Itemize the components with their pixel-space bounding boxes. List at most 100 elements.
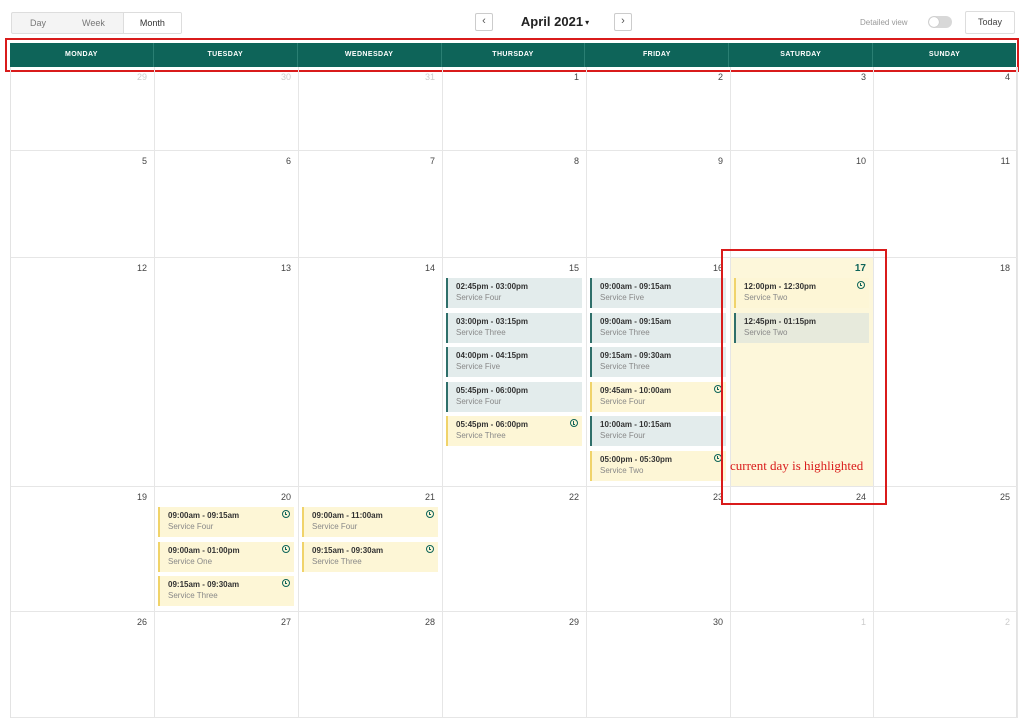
event-card[interactable]: 09:00am - 09:15am Service Three [590,312,726,343]
day-cell[interactable]: 8 [443,151,587,258]
chevron-left-icon: ‹ [482,15,486,27]
day-cell[interactable]: 11 [874,151,1018,258]
day-number: 30 [280,72,291,82]
event-card[interactable]: 05:45pm - 06:00pm Service Three [446,416,582,447]
event-time: 09:00am - 09:15am [168,511,240,520]
day-cell[interactable]: 4 [874,67,1018,151]
day-number: 12 [136,263,147,273]
day-cell[interactable]: 21 09:00am - 11:00am Service Four 09:15am -… [299,487,443,612]
next-month-button[interactable]: › [614,13,632,31]
event-card[interactable]: 10:00am - 10:15am Service Four [590,416,726,447]
event-service: Service Three [600,327,650,337]
chevron-right-icon: › [621,15,625,27]
event-card[interactable]: 09:00am - 09:15am Service Four [158,507,294,537]
event-card[interactable]: 04:00pm - 04:15pm Service Five [446,347,582,378]
day-cell[interactable]: 1 [731,612,874,718]
event-card[interactable]: 05:00pm - 05:30pm Service Two [590,451,726,481]
day-number: 4 [1004,72,1010,82]
event-service: Service Four [600,396,646,406]
event-card[interactable]: 02:45pm - 03:00pm Service Four [446,278,582,308]
day-cell[interactable]: 19 [11,487,155,612]
event-time: 09:00am - 11:00am [312,511,383,520]
day-cell[interactable]: 23 [587,487,731,612]
day-cell[interactable]: 31 [299,67,443,151]
day-cell[interactable]: 18 [874,258,1018,487]
day-cell[interactable]: 30 [155,67,299,151]
day-number: 2 [1004,617,1010,627]
today-button[interactable]: Today [965,11,1015,34]
event-time: 02:45pm - 03:00pm [456,282,529,291]
day-number: 11 [1000,156,1010,166]
day-cell[interactable]: 15 02:45pm - 03:00pm Service Four 03:00pm -… [443,258,587,487]
day-cell[interactable]: 28 [299,612,443,718]
event-card[interactable]: 09:00am - 09:15am Service Five [590,278,726,308]
day-cell[interactable]: 12 [11,258,155,487]
day-number: 6 [285,156,291,166]
prev-month-button[interactable]: ‹ [475,13,493,31]
event-card[interactable]: 09:45am - 10:00am Service Four [590,381,726,412]
view-switch: Day Week Month [11,12,182,34]
caret-down-icon: ▾ [585,18,590,27]
day-cell[interactable]: 6 [155,151,299,258]
event-time: 09:00am - 01:00pm [168,545,240,555]
day-cell[interactable]: 1 [443,67,587,151]
event-card[interactable]: 09:00am - 01:00pm Service One [158,541,294,572]
event-card[interactable]: 09:15am - 09:30am Service Three [302,541,438,572]
day-cell[interactable]: 7 [299,151,443,258]
day-number: 28 [424,617,435,627]
day-cell[interactable]: 2 [587,67,731,151]
day-cell[interactable]: 2 [874,612,1018,718]
event-card[interactable]: 03:00pm - 03:15pm Service Three [446,312,582,343]
clock-icon [426,510,434,518]
day-cell[interactable]: 16 09:00am - 09:15am Service Five 09:00am -… [587,258,731,487]
day-cell[interactable]: 5 [11,151,155,258]
event-service: Service Five [600,293,645,302]
day-number: 10 [855,156,866,166]
event-card[interactable]: 09:15am - 09:30am Service Three [590,347,726,378]
day-number: 18 [999,263,1010,273]
day-cell[interactable]: 10 [731,151,874,258]
event-service: Service Four [312,522,358,531]
day-number: 9 [717,156,723,166]
view-day-button[interactable]: Day [12,13,64,33]
day-cell[interactable]: 27 [155,612,299,718]
detailed-view-toggle[interactable] [928,16,952,28]
event-time: 10:00am - 10:15am [600,420,672,430]
event-service: Service Four [600,431,646,441]
month-title-label: April 2021 [520,14,584,29]
day-cell[interactable]: 3 [731,67,874,151]
day-cell[interactable]: 30 [587,612,731,718]
day-cell[interactable]: 25 [874,487,1018,612]
day-number: 15 [568,263,579,273]
day-cell[interactable]: 29 [443,612,587,718]
event-card[interactable]: 05:45pm - 06:00pm Service Four [446,381,582,412]
day-number: 14 [424,263,435,273]
clock-icon [282,544,290,553]
day-number: 31 [424,72,435,82]
view-month-button[interactable]: Month [122,13,181,33]
event-card[interactable]: 09:15am - 09:30am Service Three [158,576,294,607]
day-cell[interactable]: 9 [587,151,731,258]
detailed-view-label: Detailed view [860,18,908,27]
day-cell[interactable]: 24 [731,487,874,612]
view-week-button[interactable]: Week [64,13,123,33]
month-title[interactable]: April 2021 ▾ [500,14,610,29]
day-number: 29 [568,617,579,627]
day-cell[interactable]: 22 [443,487,587,612]
day-cell[interactable]: 20 09:00am - 09:15am Service Four 09:00am -… [155,487,299,612]
event-time: 09:15am - 09:30am [168,580,240,590]
event-service: Service Three [168,591,218,601]
day-cell[interactable]: 29 [11,67,155,151]
event-time: 05:45pm - 06:00pm [456,420,529,430]
event-service: Service One [168,556,213,566]
event-card[interactable]: 09:00am - 11:00am Service Four [302,507,438,537]
clock-icon [426,544,434,553]
day-number: 22 [568,492,579,502]
day-cell[interactable]: 26 [11,612,155,718]
day-number: 29 [136,72,147,82]
day-number: 19 [136,492,147,502]
day-cell[interactable]: 13 [155,258,299,487]
toggle-knob [929,17,939,27]
event-service: Service Five [456,362,501,372]
day-cell[interactable]: 14 [299,258,443,487]
